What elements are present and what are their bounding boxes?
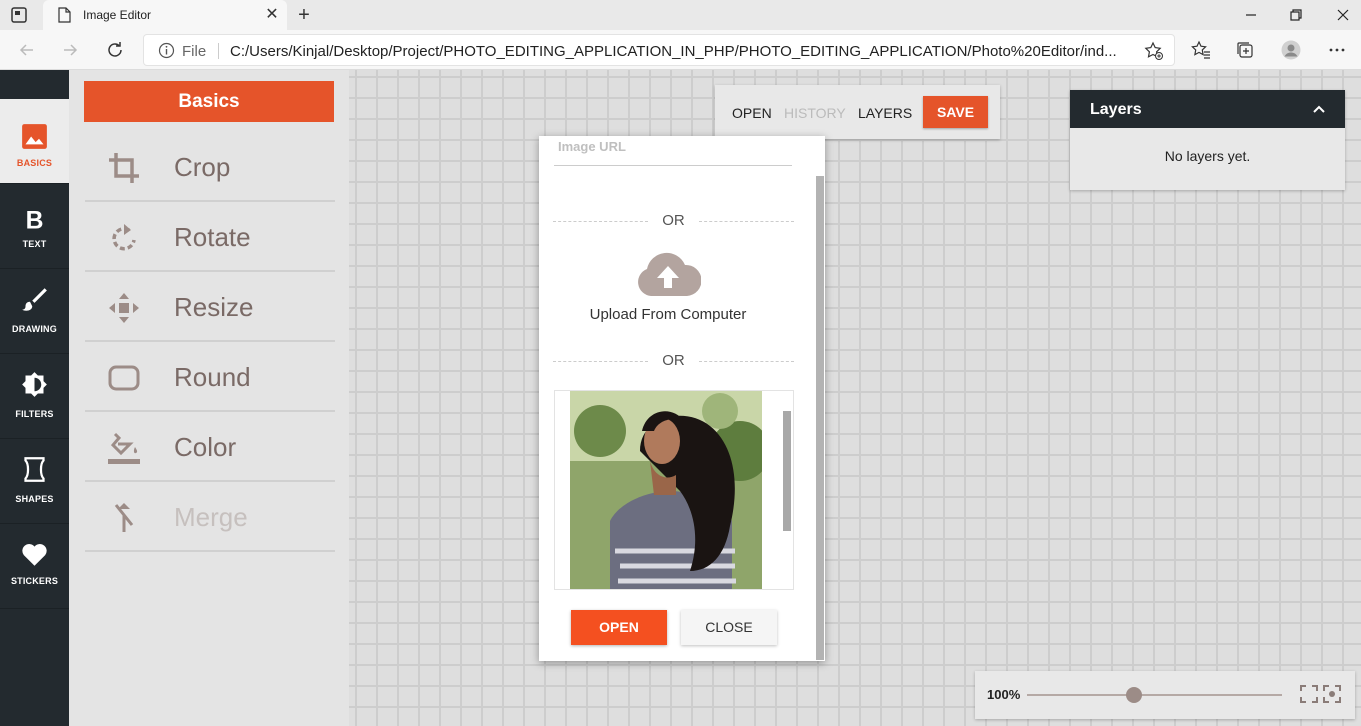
file-scheme-label: File	[182, 43, 207, 60]
modal-scrollbar[interactable]	[816, 176, 824, 660]
cloud-upload-icon[interactable]	[635, 252, 701, 296]
bold-text-icon: B	[26, 208, 44, 232]
divider-line	[699, 361, 794, 362]
sample-images-list[interactable]	[554, 390, 794, 590]
tool-merge[interactable]: Merge	[85, 482, 335, 552]
tool-color[interactable]: Color	[85, 412, 335, 482]
brightness-icon	[22, 372, 47, 397]
zoom-slider-thumb[interactable]	[1126, 687, 1143, 703]
layers-empty-message: No layers yet.	[1164, 148, 1251, 164]
thumbnail-scrollbar[interactable]	[783, 411, 791, 531]
profile-avatar-icon[interactable]	[1281, 40, 1301, 60]
browser-tab[interactable]: Image Editor ✕	[43, 0, 287, 31]
new-tab-icon[interactable]: +	[294, 5, 314, 25]
rotate-icon	[112, 224, 136, 251]
tool-label-rotate: Rotate	[174, 222, 251, 252]
zoom-slider-track[interactable]	[1027, 694, 1282, 696]
paint-bucket-icon	[108, 432, 140, 464]
url-text[interactable]: C:/Users/Kinjal/Desktop/Project/PHOTO_ED…	[230, 43, 1130, 60]
address-bar: File C:/Users/Kinjal/Desktop/Project/PHO…	[0, 30, 1361, 70]
nav-stickers[interactable]: STICKERS	[0, 524, 69, 609]
minimize-icon[interactable]	[1240, 4, 1262, 26]
image-url-input[interactable]: Image URL	[554, 136, 792, 166]
url-bar[interactable]: File C:/Users/Kinjal/Desktop/Project/PHO…	[143, 34, 1175, 66]
url-separator	[218, 43, 219, 59]
crop-icon	[109, 153, 139, 183]
nav-drawing[interactable]: DRAWING	[0, 269, 69, 354]
back-icon[interactable]	[17, 40, 37, 60]
menu-layers[interactable]: LAYERS	[858, 105, 912, 121]
image-editor-app: BASICS B TEXT DRAWING FILTERS SHAPES STI…	[0, 70, 1361, 726]
or-divider-1: OR	[553, 212, 794, 229]
zoom-bar: 100%	[975, 671, 1355, 719]
nav-filters[interactable]: FILTERS	[0, 354, 69, 439]
tool-label-merge: Merge	[174, 502, 248, 532]
image-url-placeholder: Image URL	[558, 139, 626, 154]
nav-label-basics: BASICS	[16, 158, 53, 168]
brush-icon	[22, 288, 47, 311]
basics-panel: Basics Crop Rotate Resize Round Color Me…	[69, 70, 349, 726]
rounded-rect-icon	[108, 365, 140, 391]
left-nav: BASICS B TEXT DRAWING FILTERS SHAPES STI…	[0, 70, 69, 726]
window-close-icon[interactable]	[1332, 4, 1354, 26]
panel-title: Basics	[84, 81, 334, 122]
zoom-value: 100%	[987, 687, 1021, 702]
tool-round[interactable]: Round	[85, 342, 335, 412]
heart-icon	[22, 544, 47, 566]
tab-actions-icon[interactable]	[10, 6, 28, 24]
nav-text[interactable]: B TEXT	[0, 184, 69, 269]
nav-label-filters: FILTERS	[15, 409, 54, 419]
svg-text:B: B	[26, 208, 44, 232]
tool-label-color: Color	[174, 432, 237, 462]
page-icon	[58, 7, 71, 23]
tool-label-resize: Resize	[174, 292, 254, 322]
nav-basics[interactable]: BASICS	[0, 99, 69, 184]
nav-label-drawing: DRAWING	[12, 324, 57, 334]
tool-label-crop: Crop	[174, 152, 231, 182]
image-icon	[22, 124, 47, 149]
fit-screen-icon[interactable]	[1300, 685, 1318, 703]
refresh-icon[interactable]	[105, 40, 125, 60]
sample-image-thumbnail[interactable]	[570, 391, 762, 590]
top-menu: OPEN HISTORY LAYERS SAVE	[715, 85, 1000, 139]
merge-icon	[114, 503, 134, 532]
forward-icon[interactable]	[60, 40, 80, 60]
layers-title: Layers	[1090, 101, 1142, 118]
more-options-icon[interactable]	[1327, 40, 1347, 60]
add-favorite-icon[interactable]	[1144, 41, 1164, 61]
open-image-modal: Image URL OR Upload From Computer OR OPE…	[539, 136, 825, 661]
nav-label-text: TEXT	[22, 239, 47, 249]
menu-open[interactable]: OPEN	[732, 105, 772, 121]
tool-label-round: Round	[174, 362, 251, 392]
favorites-icon[interactable]	[1191, 40, 1211, 60]
resize-icon	[109, 293, 139, 323]
or-divider-2: OR	[553, 352, 794, 369]
hourglass-shape-icon	[24, 457, 45, 482]
nav-label-stickers: STICKERS	[10, 576, 59, 586]
divider-line	[699, 221, 794, 222]
modal-close-button[interactable]: CLOSE	[681, 610, 777, 645]
tab-title: Image Editor	[83, 8, 152, 22]
modal-open-button[interactable]: OPEN	[571, 610, 667, 645]
tool-crop[interactable]: Crop	[85, 132, 335, 202]
tool-resize[interactable]: Resize	[85, 272, 335, 342]
collections-icon[interactable]	[1235, 40, 1255, 60]
layers-panel: Layers No layers yet.	[1070, 90, 1345, 190]
tool-rotate[interactable]: Rotate	[85, 202, 335, 272]
chevron-up-icon[interactable]	[1311, 101, 1327, 117]
layers-header[interactable]: Layers	[1070, 90, 1345, 128]
tab-close-icon[interactable]: ✕	[263, 6, 281, 24]
menu-history[interactable]: HISTORY	[784, 105, 846, 121]
browser-tab-bar: Image Editor ✕ +	[0, 0, 1361, 31]
nav-shapes[interactable]: SHAPES	[0, 439, 69, 524]
restore-icon[interactable]	[1285, 4, 1307, 26]
nav-label-shapes: SHAPES	[15, 494, 54, 504]
upload-from-computer[interactable]: Upload From Computer	[539, 306, 797, 323]
info-icon[interactable]	[158, 42, 175, 59]
save-button[interactable]: SAVE	[923, 96, 988, 128]
focus-center-icon[interactable]	[1323, 685, 1341, 703]
